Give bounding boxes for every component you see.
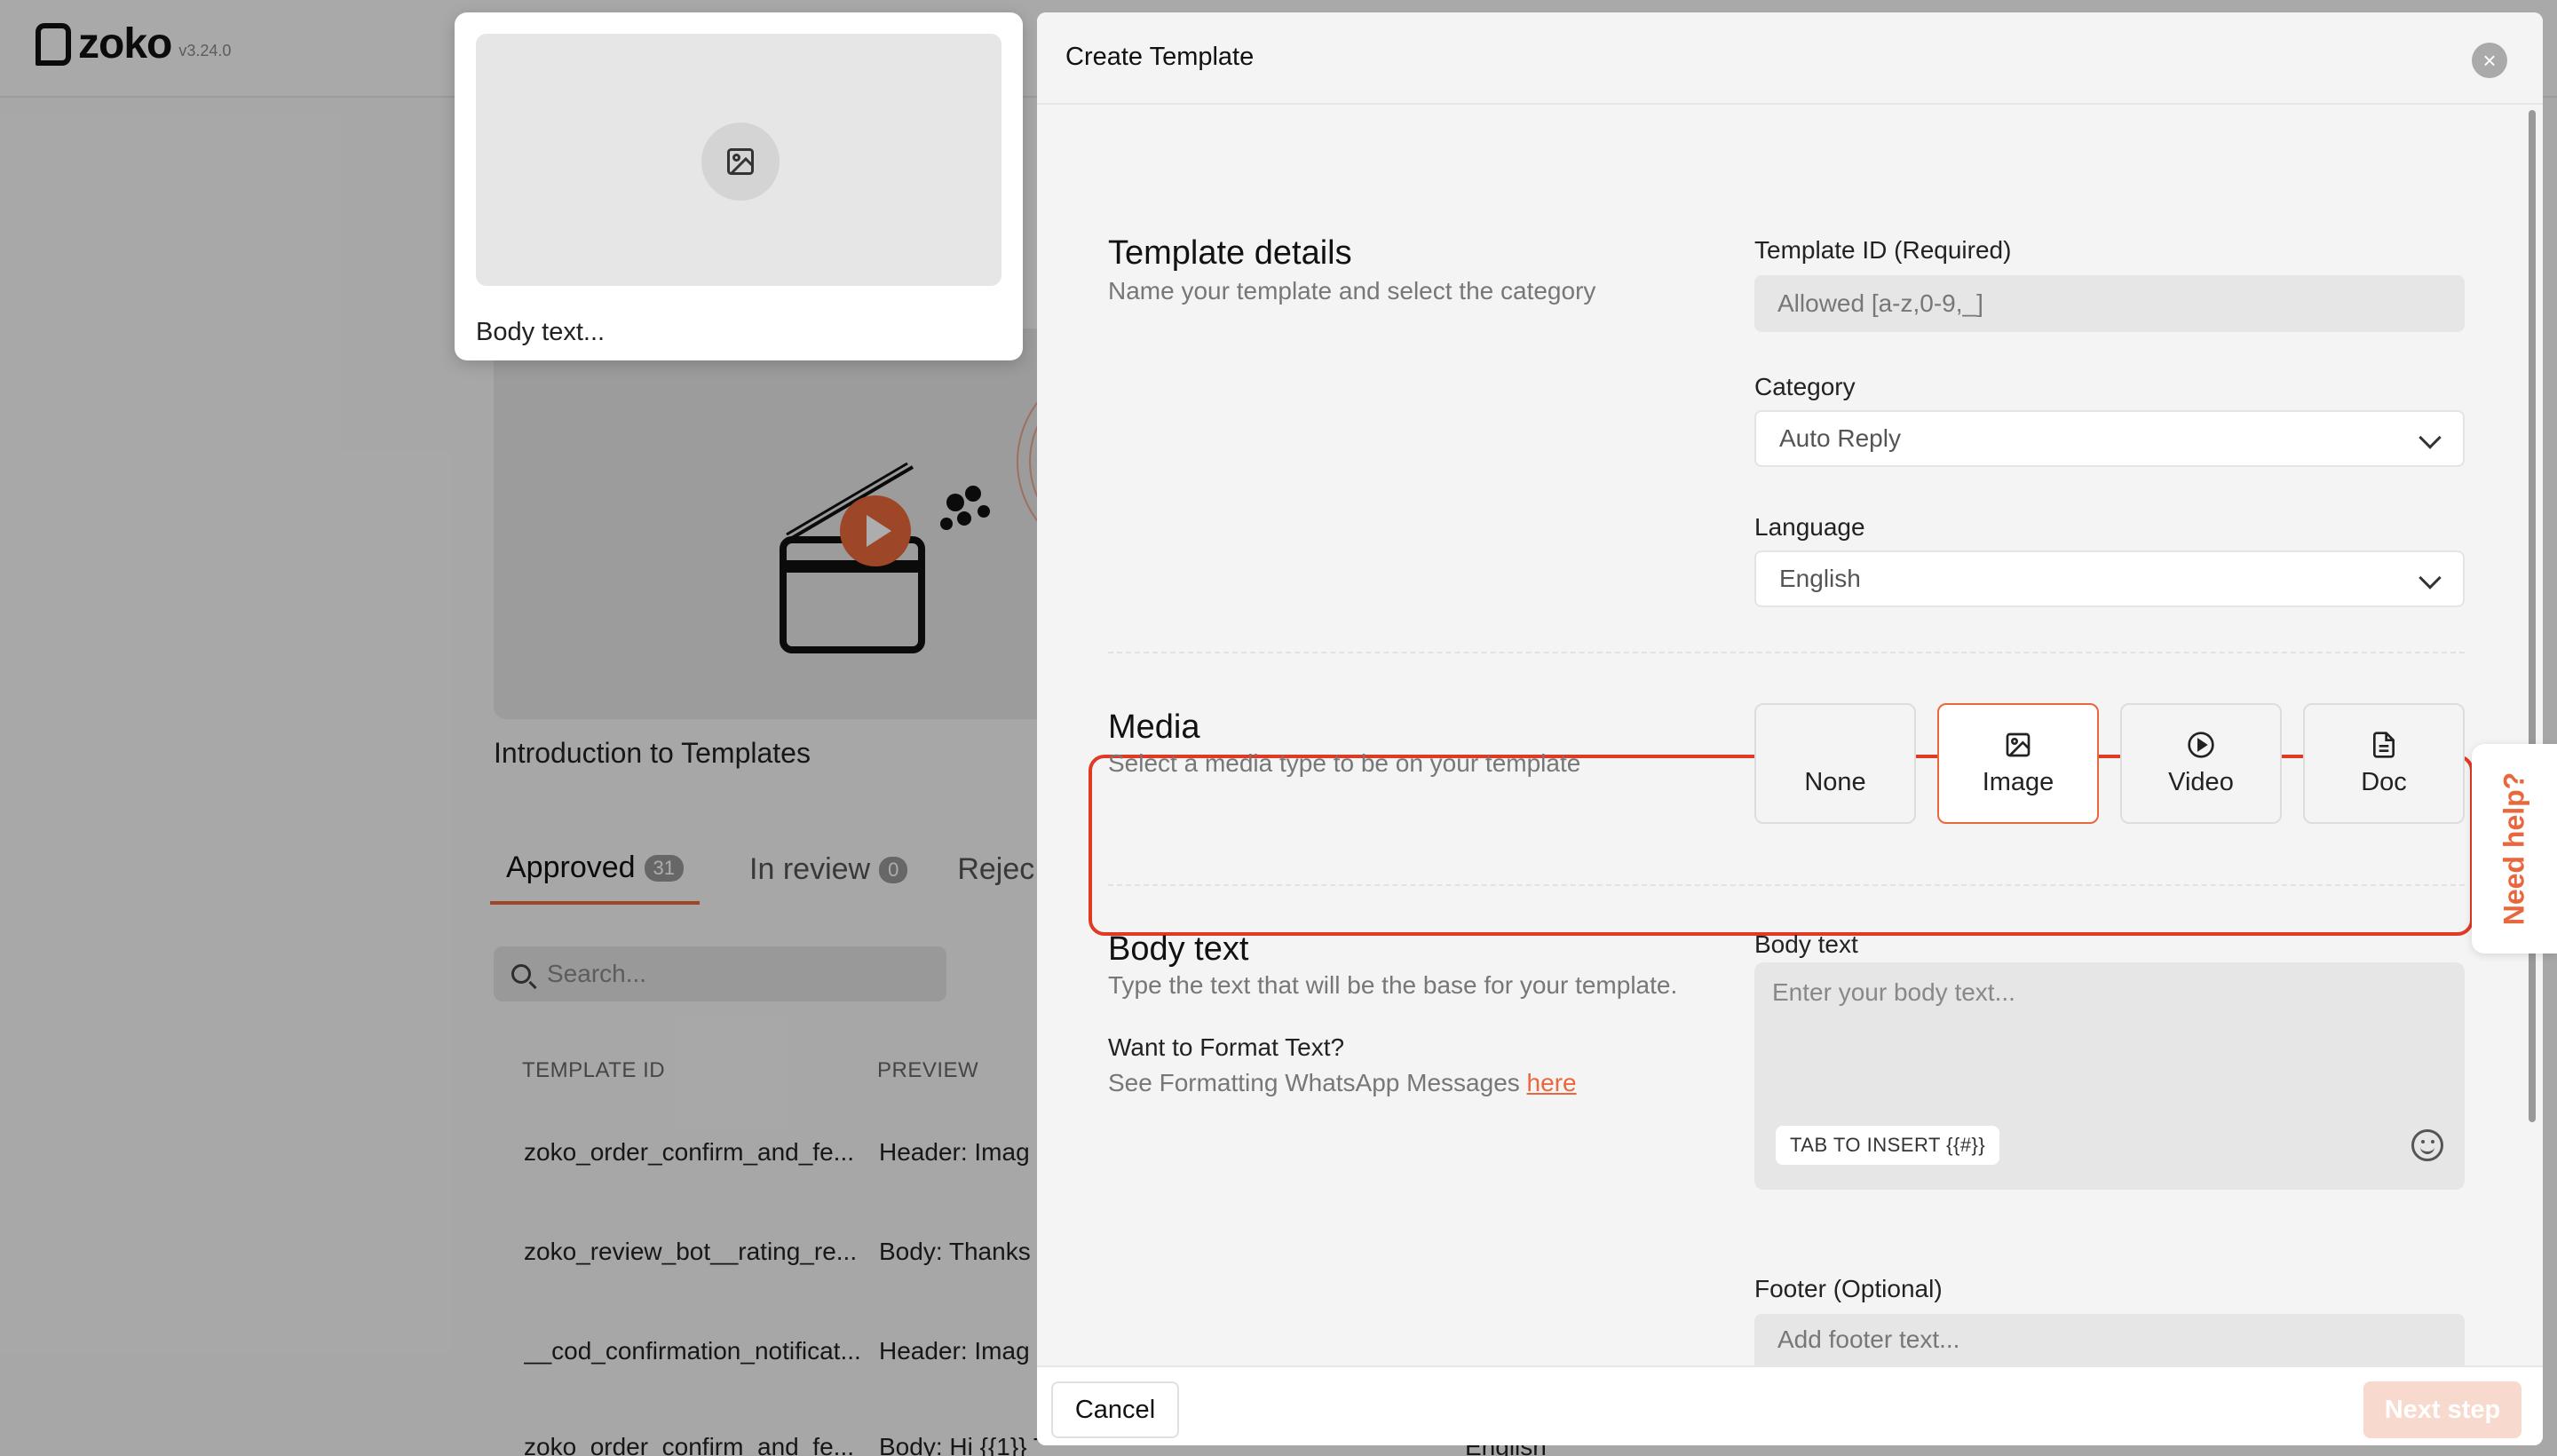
media-option-label: Video bbox=[2168, 767, 2234, 796]
format-title: Want to Format Text? bbox=[1108, 1033, 1345, 1061]
media-option-label: None bbox=[1804, 767, 1866, 796]
footer-input[interactable]: Add footer text... bbox=[1754, 1314, 2465, 1365]
image-icon bbox=[2006, 732, 2031, 756]
need-help-label: Need help? bbox=[2498, 772, 2530, 926]
format-help: See Formatting WhatsApp Messages here bbox=[1108, 1069, 1577, 1097]
image-icon bbox=[701, 123, 780, 201]
media-option-label: Image bbox=[1982, 767, 2054, 796]
format-help-link[interactable]: here bbox=[1527, 1069, 1577, 1096]
body-text-label: Body text bbox=[1754, 930, 1858, 958]
document-icon bbox=[2373, 731, 2395, 758]
media-option-label: Doc bbox=[2361, 767, 2407, 796]
drawer-title: Create Template bbox=[1065, 43, 1255, 71]
chevron-down-icon bbox=[2418, 426, 2442, 449]
drawer-footer: Cancel Next step bbox=[1037, 1365, 2543, 1445]
scrollbar[interactable] bbox=[2529, 110, 2536, 1122]
language-select[interactable]: English bbox=[1754, 550, 2465, 607]
drawer-body: Template details Name your template and … bbox=[1037, 105, 2543, 1365]
body-text-input[interactable]: Enter your body text... TAB TO INSERT {{… bbox=[1754, 962, 2465, 1190]
media-option-video[interactable]: Video bbox=[2120, 703, 2282, 824]
media-option-image[interactable]: Image bbox=[1937, 703, 2099, 824]
play-icon bbox=[2188, 731, 2214, 758]
template-id-placeholder: Allowed [a-z,0-9,_] bbox=[1777, 289, 1983, 317]
create-template-drawer: Create Template × Template details Name … bbox=[1037, 12, 2543, 1445]
media-title: Media bbox=[1108, 708, 1200, 746]
details-title: Template details bbox=[1108, 234, 1352, 272]
body-title: Body text bbox=[1108, 930, 1249, 968]
language-label: Language bbox=[1754, 513, 1865, 541]
template-id-input[interactable]: Allowed [a-z,0-9,_] bbox=[1754, 275, 2465, 332]
divider bbox=[1108, 652, 2465, 653]
category-value: Auto Reply bbox=[1779, 424, 1901, 452]
need-help-tab[interactable]: Need help? bbox=[2472, 744, 2557, 954]
format-help-text: See Formatting WhatsApp Messages bbox=[1108, 1069, 1520, 1096]
details-subtitle: Name your template and select the catego… bbox=[1108, 277, 1596, 305]
drawer-header: Create Template × bbox=[1037, 12, 2543, 105]
media-subtitle: Select a media type to be on your templa… bbox=[1108, 749, 1581, 777]
media-option-none[interactable]: None bbox=[1754, 703, 1916, 824]
chevron-down-icon bbox=[2418, 566, 2442, 590]
language-value: English bbox=[1779, 565, 1861, 592]
cancel-button[interactable]: Cancel bbox=[1051, 1381, 1179, 1438]
footer-label: Footer (Optional) bbox=[1754, 1275, 1943, 1302]
media-option-doc[interactable]: Doc bbox=[2303, 703, 2465, 824]
divider bbox=[1108, 884, 2465, 886]
body-placeholder: Enter your body text... bbox=[1772, 978, 2015, 1006]
emoji-icon[interactable] bbox=[2411, 1129, 2443, 1161]
footer-placeholder: Add footer text... bbox=[1777, 1325, 1960, 1353]
category-select[interactable]: Auto Reply bbox=[1754, 410, 2465, 467]
template-id-label: Template ID (Required) bbox=[1754, 236, 2012, 264]
template-preview: Body text... bbox=[455, 12, 1023, 360]
category-label: Category bbox=[1754, 373, 1856, 400]
preview-body-text: Body text... bbox=[476, 318, 606, 346]
next-step-button[interactable]: Next step bbox=[2363, 1381, 2521, 1438]
preview-media-placeholder bbox=[476, 34, 1001, 286]
insert-variable-chip[interactable]: TAB TO INSERT {{#}} bbox=[1776, 1126, 2000, 1165]
close-icon[interactable]: × bbox=[2472, 43, 2507, 78]
body-subtitle: Type the text that will be the base for … bbox=[1108, 971, 1678, 999]
